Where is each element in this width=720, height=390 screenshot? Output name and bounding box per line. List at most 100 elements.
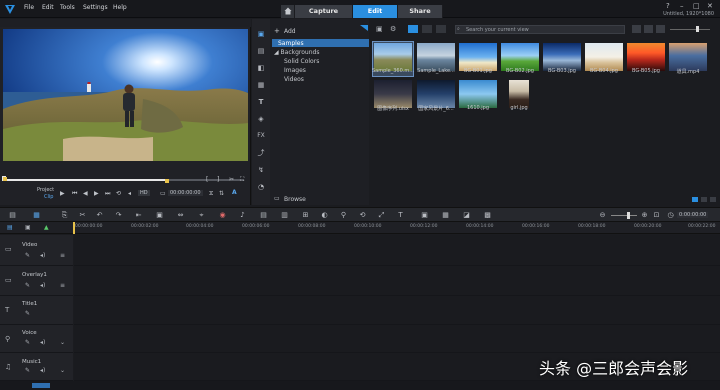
split-clip-icon[interactable]: ⇔: [176, 211, 185, 220]
subtitle-icon[interactable]: ▥: [280, 211, 289, 220]
tab-share[interactable]: Share: [398, 5, 443, 18]
chapter-icon[interactable]: ▣: [25, 224, 31, 231]
browse-button[interactable]: Browse: [284, 196, 306, 203]
edit-icon[interactable]: ✎: [25, 367, 30, 374]
nav-videos[interactable]: Videos: [284, 76, 304, 83]
maximize-icon[interactable]: □: [693, 2, 700, 10]
thumb-size-handle[interactable]: [696, 26, 699, 32]
prev-frame-icon[interactable]: ◀: [83, 190, 88, 197]
thumb-bg-b02[interactable]: [501, 43, 539, 71]
horizontal-scrollbar-thumb[interactable]: [32, 383, 50, 388]
thumb-bg-b01[interactable]: [459, 43, 497, 71]
tab-capture[interactable]: Capture: [295, 5, 353, 18]
mode-clip[interactable]: Clip: [44, 194, 53, 200]
search-input[interactable]: Search your current view: [455, 25, 625, 34]
fit-project-icon[interactable]: ⊡: [652, 211, 661, 220]
gear-icon[interactable]: ⚙: [390, 25, 396, 33]
audio-mix-icon[interactable]: ♪: [238, 211, 247, 220]
options-button[interactable]: [656, 25, 665, 33]
motion-icon[interactable]: ⚲: [339, 211, 348, 220]
sort-button[interactable]: [632, 25, 641, 33]
mute-icon[interactable]: ◂): [40, 339, 45, 346]
volume-icon[interactable]: ◂: [128, 190, 131, 197]
view-button[interactable]: [644, 25, 653, 33]
track-area-video[interactable]: [74, 235, 720, 266]
add-icon[interactable]: +: [274, 27, 280, 35]
next-frame-icon[interactable]: ▶: [94, 190, 99, 197]
filmstrip-icon[interactable]: ▤: [259, 211, 268, 220]
track-header-music1[interactable]: Music1 ♫ ✎ ◂) ⌄: [0, 353, 73, 381]
play-icon[interactable]: ▶: [60, 190, 65, 197]
split-icon[interactable]: ✂: [229, 176, 234, 183]
close-icon[interactable]: ✕: [707, 2, 713, 10]
zoom-in-icon[interactable]: ⊕: [640, 211, 649, 220]
multicam-icon[interactable]: ⊞: [301, 211, 310, 220]
zoom-out-icon[interactable]: ⊖: [598, 211, 607, 220]
view-mode-detail[interactable]: [710, 197, 716, 202]
fit-icon[interactable]: ⤢: [377, 211, 386, 220]
marker-icon[interactable]: ▲: [44, 224, 49, 231]
thumb-size-slider[interactable]: [670, 29, 710, 30]
image-icon[interactable]: ◪: [462, 211, 471, 220]
repeat-icon[interactable]: ⟲: [116, 190, 121, 197]
fx-icon[interactable]: FX: [256, 131, 266, 141]
menu-edit[interactable]: Edit: [42, 4, 54, 11]
minimize-icon[interactable]: –: [680, 2, 684, 10]
crop-icon[interactable]: ⌖: [197, 211, 206, 220]
timeline-timecode[interactable]: 0:00:00:00: [677, 212, 709, 218]
edit-icon[interactable]: ✎: [25, 282, 30, 289]
copy-icon[interactable]: ⎘: [60, 211, 69, 220]
track-header-video[interactable]: Video ▭ ✎ ◂) ≡: [0, 235, 73, 266]
mark-in-button[interactable]: [: [206, 176, 208, 183]
track-icon[interactable]: ⇅: [219, 190, 224, 197]
speed-gauge-icon[interactable]: ◔: [256, 182, 266, 192]
menu-settings[interactable]: Settings: [83, 4, 108, 11]
view-mode-thumb[interactable]: [692, 197, 698, 202]
menu-help[interactable]: Help: [113, 4, 127, 11]
view-mode-list[interactable]: [701, 197, 707, 202]
cut-icon[interactable]: ✂: [78, 211, 87, 220]
undo-icon[interactable]: ↶: [95, 211, 104, 220]
speed-icon[interactable]: ⧖: [209, 190, 213, 198]
filter-audio-button[interactable]: [436, 25, 446, 33]
browse-icon[interactable]: ▭: [274, 195, 280, 202]
mute-icon[interactable]: ◂): [40, 282, 45, 289]
thumb-scenery[interactable]: [417, 80, 455, 108]
nav-backgrounds[interactable]: ◢ Backgrounds: [274, 49, 319, 56]
track-menu-icon[interactable]: ⌄: [60, 367, 65, 374]
stabilize-icon[interactable]: ▦: [441, 211, 450, 220]
thumb-bg-b04[interactable]: [585, 43, 623, 71]
thumb-bg-b03[interactable]: [543, 43, 581, 71]
track-menu-icon[interactable]: ≡: [60, 282, 65, 289]
thumb-1610[interactable]: [459, 80, 497, 108]
tab-edit[interactable]: Edit: [353, 5, 398, 18]
media-icon[interactable]: ▣: [256, 29, 266, 39]
track-header-overlay1[interactable]: Overlay1 ▭ ✎ ◂) ≡: [0, 266, 73, 296]
track-header-voice[interactable]: Voice ⚲ ✎ ◂) ⌄: [0, 325, 73, 353]
mode-project[interactable]: Project: [37, 187, 54, 193]
menu-file[interactable]: File: [24, 4, 34, 11]
preview-video[interactable]: [3, 29, 248, 161]
mute-icon[interactable]: ◂): [40, 367, 45, 374]
rotate-icon[interactable]: ⟲: [358, 211, 367, 220]
track-area-voice[interactable]: [74, 325, 720, 353]
thumb-props-mp4[interactable]: [669, 43, 707, 71]
transition-icon[interactable]: ◧: [256, 63, 266, 73]
player-timecode[interactable]: 00:00:00:00: [168, 190, 203, 196]
tracking-icon[interactable]: ↯: [256, 165, 266, 175]
thumb-bg-b05[interactable]: [627, 43, 665, 71]
instant-project-icon[interactable]: ▤: [256, 46, 266, 56]
mask-icon[interactable]: ◐: [320, 211, 329, 220]
path-icon[interactable]: ⤴: [256, 148, 266, 158]
track-manager-icon[interactable]: ▤: [7, 224, 13, 231]
thumb-sample-360[interactable]: [374, 43, 412, 71]
mark-in-handle[interactable]: [3, 177, 7, 181]
title-icon[interactable]: T: [256, 97, 266, 107]
mark-out-button[interactable]: ]: [217, 176, 219, 183]
track-header-title1[interactable]: Title1 T ✎: [0, 296, 73, 325]
mark-out-handle[interactable]: [165, 179, 169, 183]
zoom-slider[interactable]: [611, 215, 637, 216]
redo-icon[interactable]: ↷: [114, 211, 123, 220]
menu-tools[interactable]: Tools: [60, 4, 75, 11]
track-menu-icon[interactable]: ≡: [60, 252, 65, 259]
